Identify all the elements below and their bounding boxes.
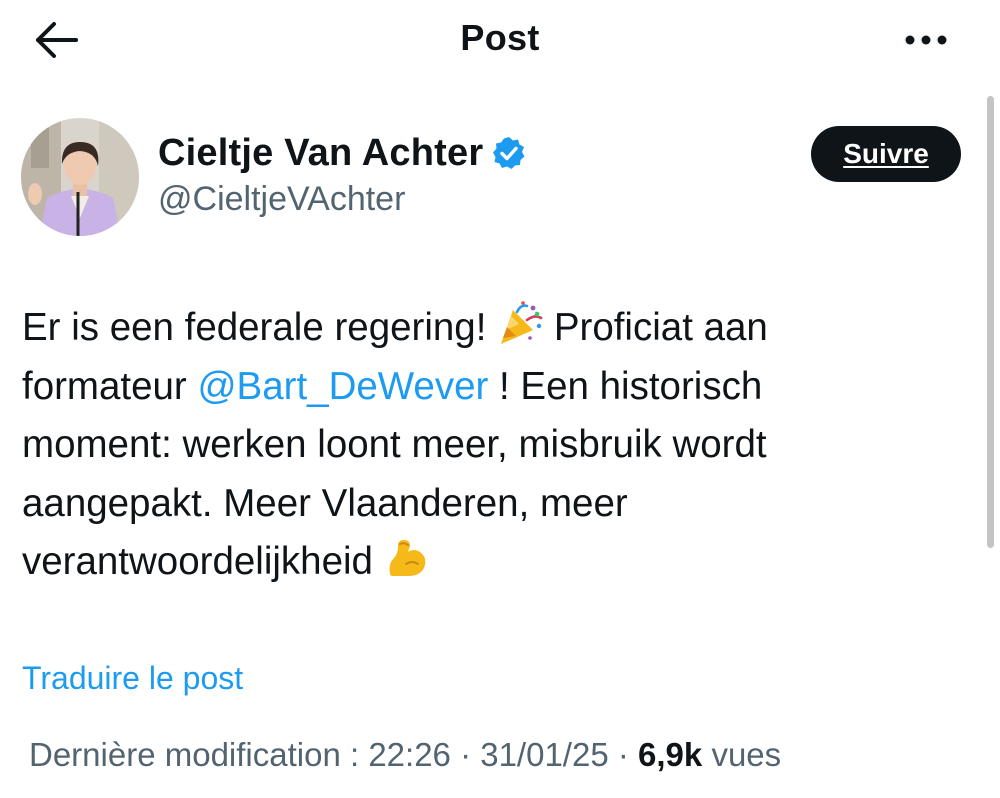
post-line: verantwoordelijkheid (22, 533, 952, 592)
avatar[interactable] (21, 118, 139, 236)
post-line: Er is een federale regering! Proficiat a… (22, 299, 952, 358)
translate-post-link[interactable]: Traduire le post (22, 660, 243, 697)
post-text-segment: formateur (22, 364, 187, 408)
post-line: formateur @Bart_DeWever ! Een historisch (22, 358, 952, 417)
meta-separator: · (617, 736, 629, 773)
page-title: Post (460, 17, 540, 58)
flexed-biceps-icon (389, 540, 426, 576)
post-text-segment: Proficiat aan (553, 306, 768, 349)
top-bar: Post (0, 0, 1000, 80)
verified-badge-icon (493, 137, 525, 169)
scrollbar[interactable] (987, 96, 994, 548)
views-count[interactable]: 6,9k (638, 736, 702, 773)
post-text-segment: Er is een federale regering! (22, 306, 487, 349)
author-display-name[interactable]: Cieltje Van Achter (158, 132, 483, 175)
post-text: Er is een federale regering! Proficiat a… (22, 299, 952, 592)
mention-link[interactable]: @Bart_DeWever (197, 365, 488, 408)
party-popper-icon (501, 301, 543, 344)
post-metadata: Dernière modification : 22:26 · 31/01/25… (29, 736, 781, 774)
post-timestamp[interactable]: Dernière modification : 22:26 · 31/01/25 (29, 736, 609, 773)
post-line: moment: werken loont meer, misbruik word… (22, 423, 767, 466)
post-text-segment: ! Een historisch (499, 364, 763, 408)
avatar-photo (21, 118, 139, 236)
more-horizontal-icon (905, 35, 947, 45)
author-handle[interactable]: @CieltjeVAchter (158, 180, 405, 219)
post-line: aangepakt. Meer Vlaanderen, meer (22, 481, 628, 525)
post-text-segment: verantwoordelijkheid (22, 540, 373, 583)
more-options-button[interactable] (900, 22, 952, 58)
views-label: vues (711, 736, 782, 773)
author-name-row: Cieltje Van Achter (158, 130, 527, 176)
follow-button[interactable]: Suivre (811, 126, 961, 182)
